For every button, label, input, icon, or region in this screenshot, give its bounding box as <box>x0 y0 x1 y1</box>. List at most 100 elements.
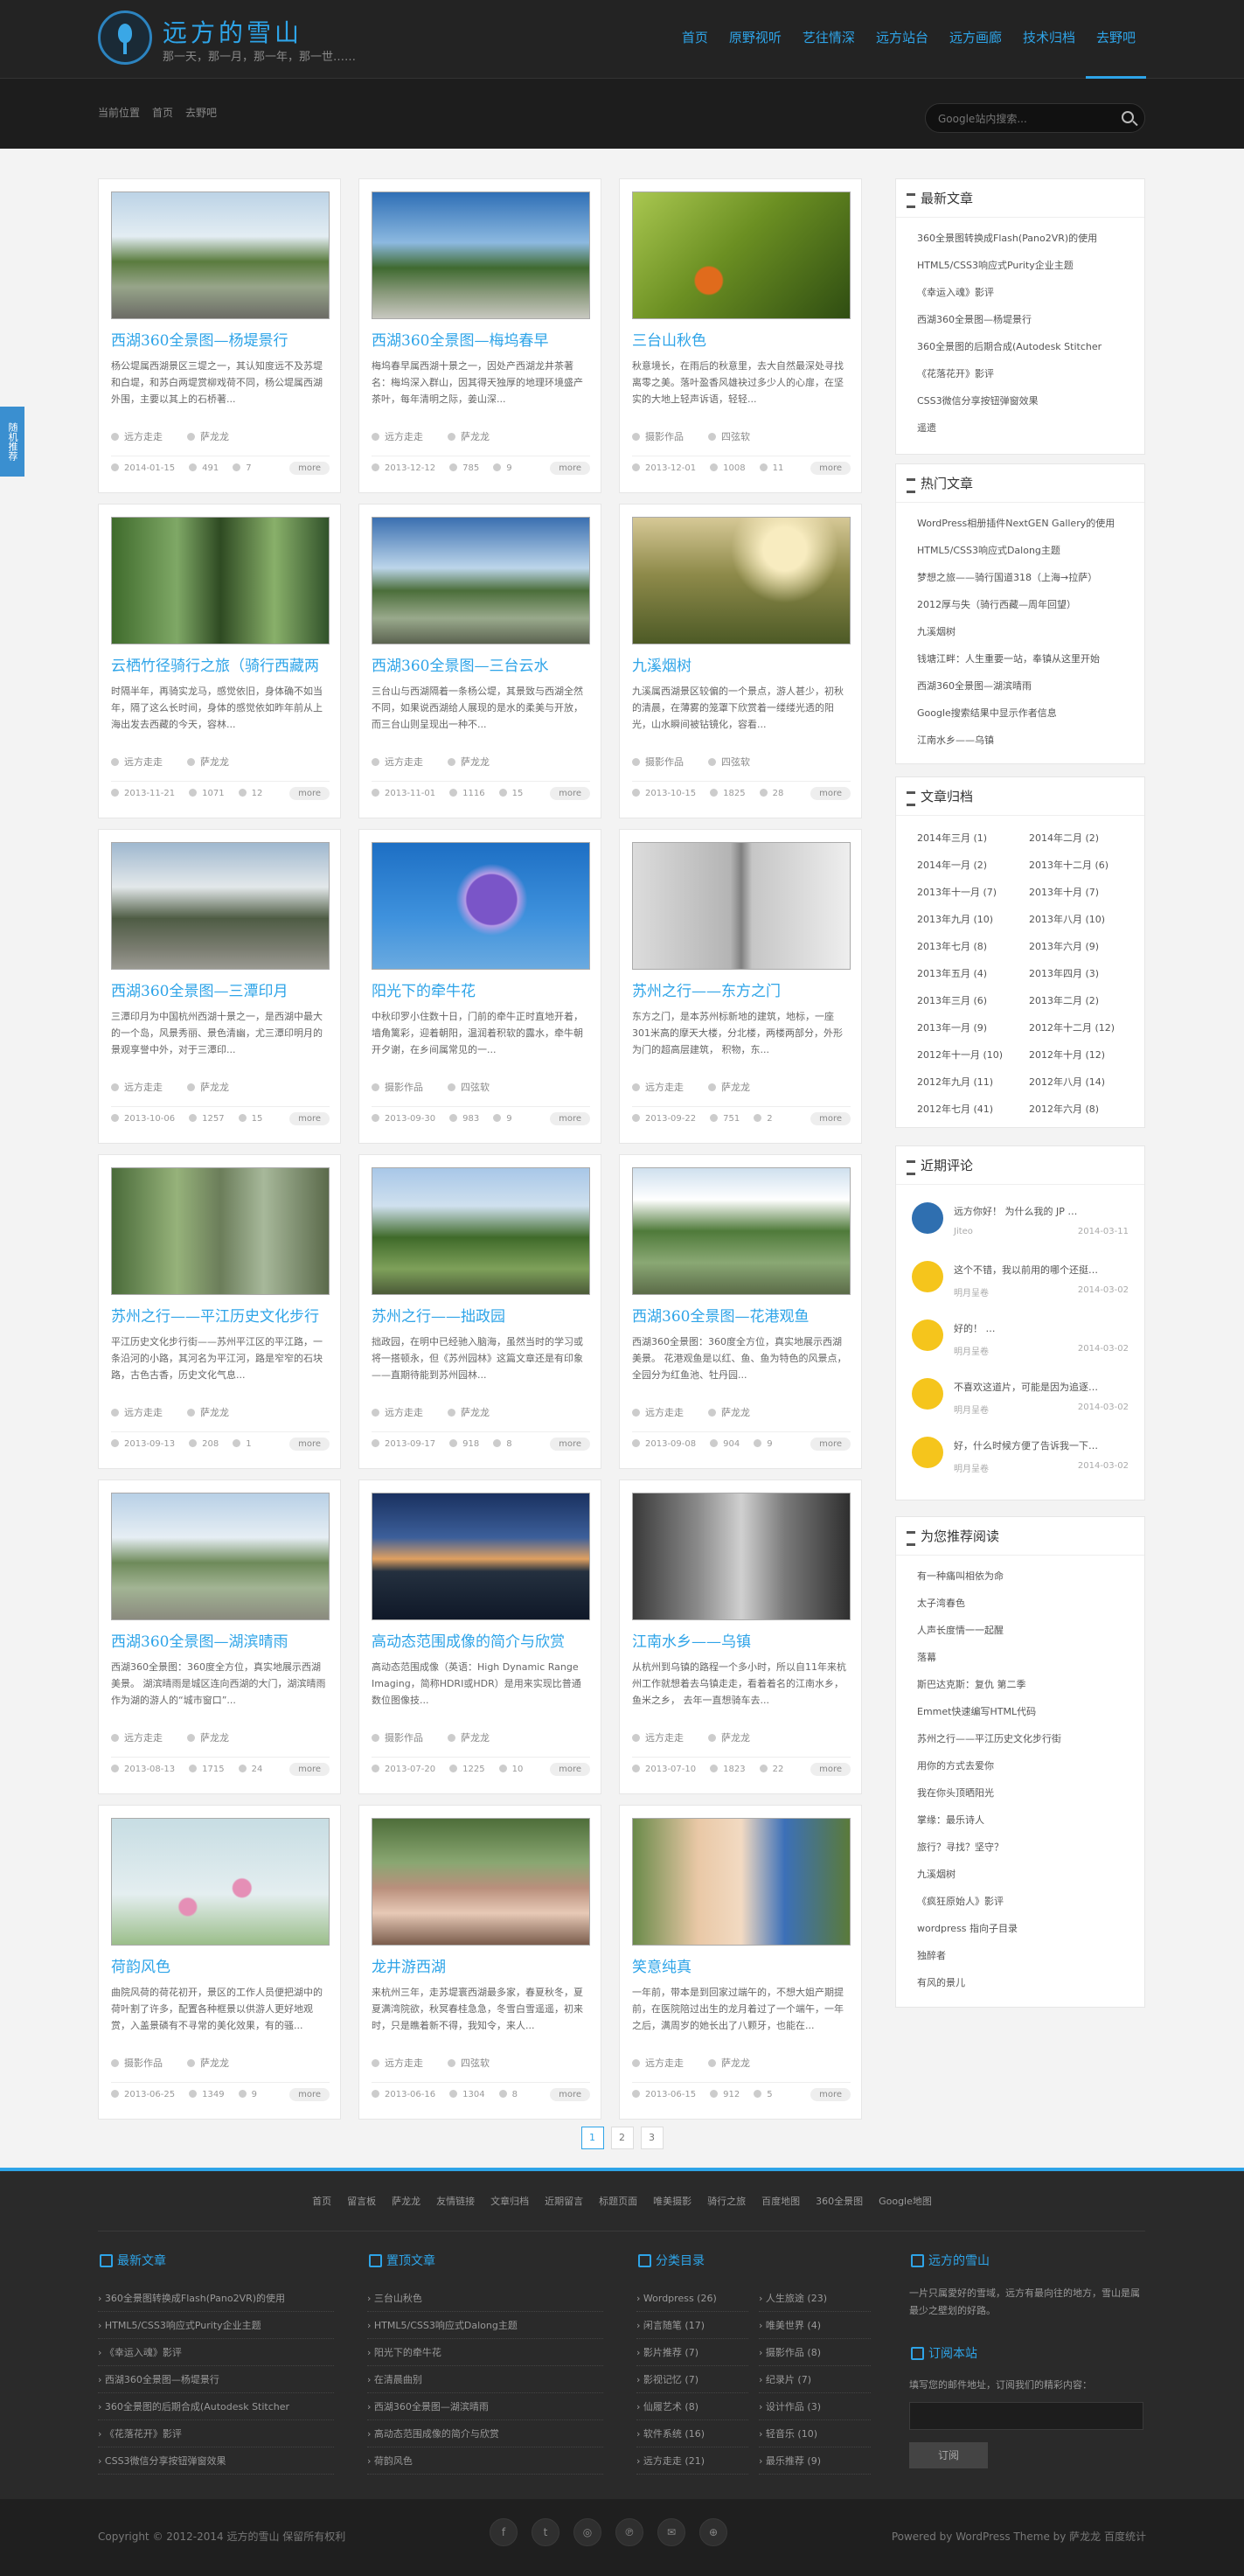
post-author[interactable]: 萨龙龙 <box>448 1405 490 1419</box>
post-title[interactable]: 江南水乡——乌镇 <box>632 1629 852 1651</box>
post-author[interactable]: 四弦软 <box>708 429 750 443</box>
post-category-label[interactable]: 远方走走 <box>385 431 423 442</box>
recent-post-link[interactable]: 360全景图转换成Flash(Pano2VR)的使用 <box>917 225 1136 252</box>
footer-post-link[interactable]: 360全景图转换成Flash(Pano2VR)的使用 <box>98 2285 334 2312</box>
post-thumbnail[interactable] <box>372 842 590 970</box>
recent-post-link[interactable]: 《幸运入魂》影评 <box>917 279 1136 306</box>
category-link[interactable]: 轻音乐 (10) <box>759 2420 871 2447</box>
category-link[interactable]: 摄影作品 (8) <box>759 2339 871 2366</box>
post-thumbnail[interactable] <box>372 1167 590 1295</box>
recommend-link[interactable]: 落幕 <box>917 1644 1136 1671</box>
post-category[interactable]: 摄影作品 <box>632 755 684 769</box>
post-category-label[interactable]: 摄影作品 <box>645 431 684 442</box>
footer-post-link[interactable]: 《幸运入魂》影评 <box>98 2339 334 2366</box>
logo-icon[interactable] <box>98 10 152 65</box>
post-title[interactable]: 云栖竹径骑行之旅（骑行西藏两 <box>111 653 331 675</box>
recommend-link[interactable]: 我在你头顶晒阳光 <box>917 1779 1136 1807</box>
facebook-icon[interactable]: f <box>490 2518 518 2546</box>
post-author-label[interactable]: 萨龙龙 <box>461 1407 490 1418</box>
archive-link[interactable]: 2013年八月 (10) <box>1029 906 1141 933</box>
read-more-button[interactable]: more <box>289 462 330 475</box>
post-title[interactable]: 九溪烟树 <box>632 653 852 675</box>
category-link[interactable]: 设计作品 (3) <box>759 2393 871 2420</box>
post-author[interactable]: 萨龙龙 <box>708 2056 750 2070</box>
post-thumbnail[interactable] <box>111 1818 330 1946</box>
recent-post-link[interactable]: 《花落花开》影评 <box>917 360 1136 387</box>
footer-link[interactable]: 留言板 <box>347 2194 376 2208</box>
comment-text[interactable]: 不喜欢这道片，可能是因为追逐… <box>954 1369 1144 1394</box>
post-title[interactable]: 龙井游西湖 <box>372 1954 592 1976</box>
post-author-label[interactable]: 萨龙龙 <box>461 431 490 442</box>
archive-link[interactable]: 2012年六月 (8) <box>1029 1096 1141 1123</box>
pinterest-icon[interactable]: ℗ <box>615 2518 643 2546</box>
twitter-icon[interactable]: t <box>532 2518 559 2546</box>
archive-link[interactable]: 2013年九月 (10) <box>917 906 1029 933</box>
post-author[interactable]: 萨龙龙 <box>187 429 229 443</box>
footer-link[interactable]: 百度地图 <box>761 2194 800 2208</box>
archive-link[interactable]: 2013年十月 (7) <box>1029 879 1141 906</box>
post-thumbnail[interactable] <box>111 1493 330 1620</box>
post-category[interactable]: 远方走走 <box>372 429 423 443</box>
post-title[interactable]: 笑意纯真 <box>632 1954 852 1976</box>
post-title[interactable]: 荷韵风色 <box>111 1954 331 1976</box>
page-1-button[interactable]: 1 <box>580 2127 604 2149</box>
post-category[interactable]: 远方走走 <box>111 429 163 443</box>
post-category-label[interactable]: 远方走走 <box>124 1407 163 1418</box>
footer-post-link[interactable]: 《花落花开》影评 <box>98 2420 334 2447</box>
comment-text[interactable]: 好的！ … <box>954 1311 1144 1335</box>
hot-post-link[interactable]: Google搜索结果中显示作者信息 <box>917 700 1136 727</box>
read-more-button[interactable]: more <box>550 2088 590 2101</box>
recommend-link[interactable]: 九溪烟树 <box>917 1861 1136 1888</box>
post-author[interactable]: 萨龙龙 <box>708 1730 750 1744</box>
post-title[interactable]: 西湖360全景图—三台云水 <box>372 653 592 675</box>
post-category-label[interactable]: 摄影作品 <box>645 756 684 768</box>
footer-post-link[interactable]: 西湖360全景图—杨堤景行 <box>98 2366 334 2393</box>
hot-post-link[interactable]: 江南水乡——乌镇 <box>917 727 1136 754</box>
comment-item[interactable]: 远方你好！ 为什么我的 JP … Jiteo 2014-03-11 <box>896 1194 1144 1252</box>
post-thumbnail[interactable] <box>111 842 330 970</box>
subscribe-email-input[interactable] <box>909 2402 1143 2430</box>
post-category-label[interactable]: 远方走走 <box>124 1732 163 1744</box>
breadcrumb-home[interactable]: 首页 <box>152 105 173 120</box>
post-thumbnail[interactable] <box>632 1167 851 1295</box>
post-category[interactable]: 远方走走 <box>632 1405 684 1419</box>
post-thumbnail[interactable] <box>111 191 330 319</box>
hot-post-link[interactable]: WordPress相册插件NextGEN Gallery的使用 <box>917 510 1136 537</box>
search-icon[interactable] <box>1122 111 1134 123</box>
post-category-label[interactable]: 远方走走 <box>645 2057 684 2069</box>
footer-link[interactable]: 骑行之旅 <box>707 2194 746 2208</box>
recommend-link[interactable]: 旅行？寻找？坚守？ <box>917 1834 1136 1861</box>
comment-item[interactable]: 好，什么时候方便了告诉我一下… 明月呈卷 2014-03-02 <box>896 1428 1144 1486</box>
post-title[interactable]: 西湖360全景图—花港观鱼 <box>632 1304 852 1326</box>
archive-link[interactable]: 2013年七月 (8) <box>917 933 1029 960</box>
post-author[interactable]: 萨龙龙 <box>187 1405 229 1419</box>
post-author[interactable]: 萨龙龙 <box>448 755 490 769</box>
archive-link[interactable]: 2013年二月 (2) <box>1029 987 1141 1014</box>
post-author[interactable]: 萨龙龙 <box>708 1080 750 1094</box>
post-author-label[interactable]: 四弦软 <box>721 431 750 442</box>
category-link[interactable]: 人生旅途 (23) <box>759 2285 871 2312</box>
post-thumbnail[interactable] <box>372 517 590 644</box>
post-category[interactable]: 远方走走 <box>111 755 163 769</box>
footer-link[interactable]: 首页 <box>312 2194 331 2208</box>
category-link[interactable]: 闲言随笔 (17) <box>636 2312 748 2339</box>
archive-link[interactable]: 2012年十月 (12) <box>1029 1041 1141 1069</box>
post-category-label[interactable]: 远方走走 <box>385 756 423 768</box>
read-more-button[interactable]: more <box>550 1112 590 1125</box>
comment-item[interactable]: 好的！ … 明月呈卷 2014-03-02 <box>896 1311 1144 1369</box>
post-category-label[interactable]: 远方走走 <box>645 1082 684 1093</box>
post-thumbnail[interactable] <box>111 1167 330 1295</box>
category-link[interactable]: 唯美世界 (4) <box>759 2312 871 2339</box>
post-category-label[interactable]: 远方走走 <box>124 756 163 768</box>
nav-tech[interactable]: 技术归档 <box>1012 0 1086 79</box>
post-author-label[interactable]: 萨龙龙 <box>721 2057 750 2069</box>
page-2-button[interactable]: 2 <box>610 2127 634 2149</box>
archive-link[interactable]: 2014年二月 (2) <box>1029 825 1141 852</box>
read-more-button[interactable]: more <box>810 1112 851 1125</box>
archive-link[interactable]: 2012年九月 (11) <box>917 1069 1029 1096</box>
nav-art[interactable]: 艺往情深 <box>792 0 865 79</box>
post-author[interactable]: 萨龙龙 <box>448 429 490 443</box>
category-link[interactable]: 影片推荐 (7) <box>636 2339 748 2366</box>
footer-post-link[interactable]: HTML5/CSS3响应式Dalong主题 <box>367 2312 603 2339</box>
post-author-label[interactable]: 萨龙龙 <box>200 756 229 768</box>
